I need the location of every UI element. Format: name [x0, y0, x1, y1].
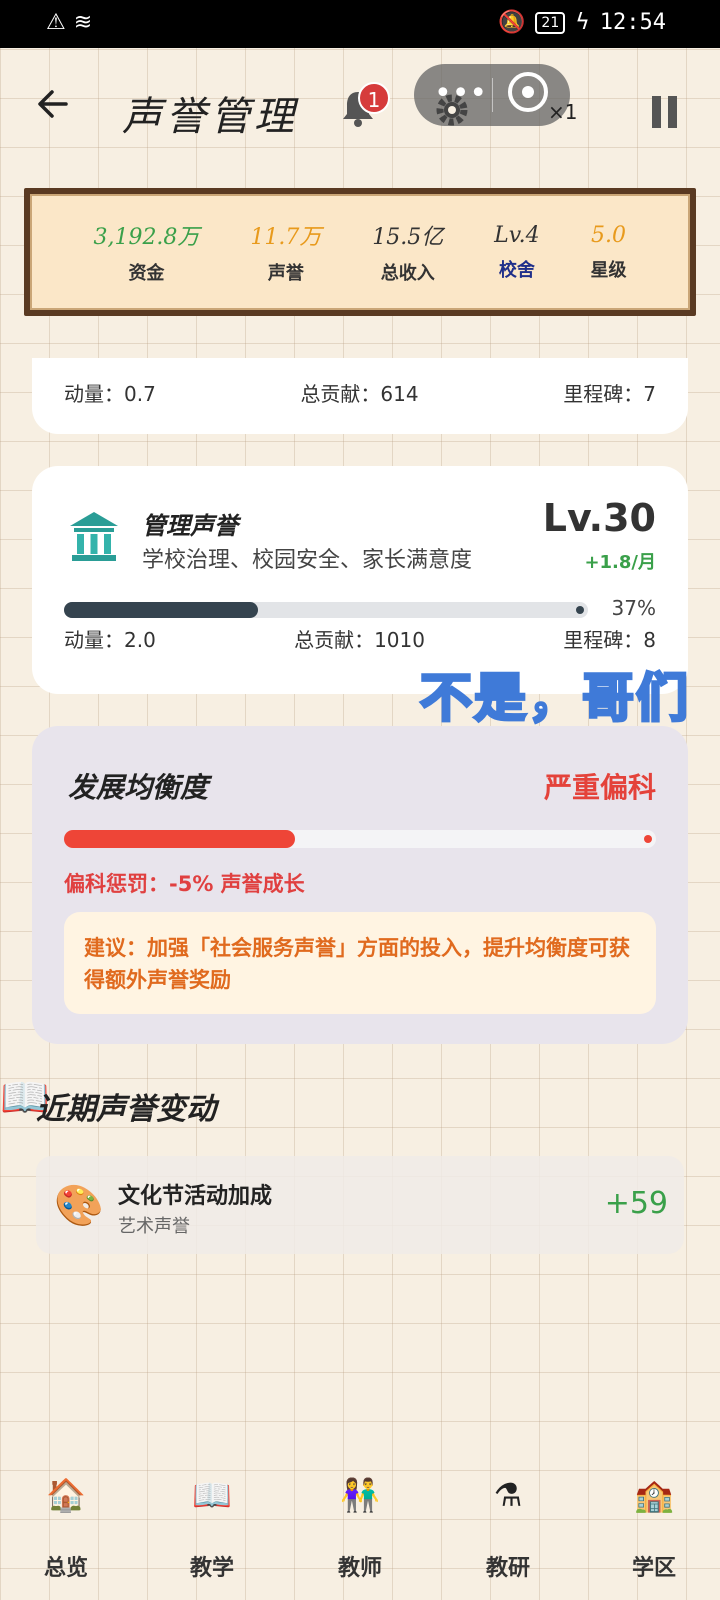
momentum-label: 动量：0.7	[64, 382, 156, 406]
momentum-label: 动量：2.0	[64, 628, 156, 652]
balance-card: 发展均衡度 严重偏科 偏科惩罚：-5% 声誉成长 建议：加强「社会服务声誉」方面…	[32, 726, 688, 1044]
wifi-icon: ≋	[73, 10, 93, 35]
page-title: 声誉管理	[122, 94, 298, 140]
nav-label: 学区	[631, 1556, 676, 1581]
suggestion-box: 建议：加强「社会服务声誉」方面的投入，提升均衡度可获得额外声誉奖励	[64, 912, 656, 1014]
stat-label: 声誉	[267, 263, 304, 284]
stat-value: Lv.4	[494, 222, 540, 248]
palette-icon: 🎨	[54, 1183, 104, 1229]
event-category: 艺术声誉	[118, 1216, 190, 1237]
event-name: 文化节活动加成	[118, 1184, 273, 1209]
nav-overview[interactable]: 🏠 总览	[6, 1476, 126, 1582]
alert-icon: ⚠	[46, 10, 66, 35]
progress-end-dot	[576, 606, 584, 614]
pause-button[interactable]	[652, 96, 680, 128]
card-subtitle: 学校治理、校园安全、家长满意度	[142, 548, 473, 573]
progress-fill	[64, 602, 258, 618]
card-meta-row: 动量：0.7 总贡献：614 里程碑：7	[64, 378, 656, 407]
speed-indicator[interactable]: ×1	[548, 100, 577, 124]
notification-badge: 1	[358, 82, 390, 114]
resource-stats: 3,192.8万资金 11.7万声誉 15.5亿总收入 Lv.4 校舍 5.0 星级	[30, 194, 690, 310]
nav-district[interactable]: 🏫 学区	[594, 1476, 714, 1582]
stat-label: 校舍	[498, 259, 535, 281]
nav-label: 教研	[485, 1556, 530, 1581]
contribution-label: 总贡献：1010	[294, 628, 425, 652]
nav-label: 教学	[189, 1556, 234, 1581]
reputation-card-partial: 动量：0.7 总贡献：614 里程碑：7	[32, 358, 688, 434]
progress-bar	[64, 602, 588, 618]
resource-board: 3,192.8万资金 11.7万声誉 15.5亿总收入 Lv.4 校舍 5.0 星级	[24, 188, 696, 316]
stat-item: 5.0 星级	[590, 223, 626, 282]
capsule-divider	[492, 78, 493, 112]
card-title: 管理声誉	[142, 511, 238, 540]
balance-title: 发展均衡度	[68, 771, 209, 804]
pause-bar-left	[652, 96, 661, 128]
arrow-left-icon	[38, 90, 68, 118]
stat-value: 11.7万	[250, 225, 322, 250]
stat-value: 3,192.8万	[93, 225, 200, 250]
nav-label: 教师	[337, 1556, 382, 1581]
stat-label: 星级	[590, 259, 627, 281]
stat-value: 5.0	[590, 222, 626, 248]
house-icon: 🏠	[46, 1476, 86, 1514]
overlay-caption: 不是，哥们	[418, 668, 691, 731]
milestone-label: 里程碑：7	[563, 382, 656, 406]
stat-item: 11.7万声誉	[250, 219, 321, 285]
nav-label: 总览	[43, 1556, 88, 1581]
institution-icon	[70, 512, 118, 561]
close-target-icon[interactable]	[508, 72, 548, 112]
settings-button[interactable]	[432, 90, 472, 140]
pause-bar-right	[668, 96, 677, 128]
stat-item: 15.5亿总收入	[372, 219, 443, 285]
balance-fill	[64, 830, 295, 848]
list-item[interactable]: 🎨 文化节活动加成 艺术声誉 +59	[36, 1156, 684, 1254]
balance-end-dot	[644, 835, 652, 843]
bottom-nav: 🏠 总览 📖 教学 👫 教师 ⚗ 教研 🏫 学区	[0, 1476, 720, 1600]
balance-bar	[64, 830, 656, 848]
balance-status: 严重偏科	[543, 771, 656, 804]
stat-item: 3,192.8万资金	[93, 219, 199, 285]
charging-icon: ϟ	[575, 10, 590, 35]
nav-research[interactable]: ⚗ 教研	[448, 1476, 568, 1582]
teachers-icon: 👫	[340, 1476, 380, 1514]
event-value: +59	[604, 1186, 668, 1221]
gear-icon	[436, 94, 468, 126]
growth-rate: +1.8/月	[584, 552, 656, 573]
school-building-icon: 🏫	[634, 1476, 674, 1514]
card-meta-row: 动量：2.0 总贡献：1010 里程碑：8	[64, 624, 656, 653]
book-icon: 📖	[192, 1476, 232, 1514]
status-right: 🔕 21 ϟ 12:54	[498, 10, 666, 35]
progress-percent: 37%	[611, 596, 656, 620]
stat-label: 资金	[128, 263, 165, 284]
section-title: 近期声誉变动	[36, 1092, 216, 1127]
contribution-label: 总贡献：614	[300, 382, 419, 406]
nav-teaching[interactable]: 📖 教学	[152, 1476, 272, 1582]
milestone-label: 里程碑：8	[563, 628, 656, 652]
level-label: Lv.30	[542, 496, 656, 540]
stat-value: 15.5亿	[372, 225, 444, 250]
battery-indicator: 21	[535, 11, 566, 34]
penalty-text: 偏科惩罚：-5% 声誉成长	[64, 872, 305, 896]
stat-item: Lv.4 校舍	[494, 223, 539, 282]
nav-teachers[interactable]: 👫 教师	[300, 1476, 420, 1582]
status-left: ⚠ ≋	[46, 10, 92, 35]
stat-label: 总收入	[380, 263, 435, 284]
status-bar: ⚠ ≋ 🔕 21 ϟ 12:54	[0, 0, 720, 48]
back-button[interactable]	[36, 86, 72, 129]
mute-icon: 🔕	[498, 10, 526, 35]
clock: 12:54	[599, 10, 666, 35]
header: 声誉管理 1 ••• ×1	[0, 48, 720, 178]
flask-icon: ⚗	[493, 1476, 523, 1514]
